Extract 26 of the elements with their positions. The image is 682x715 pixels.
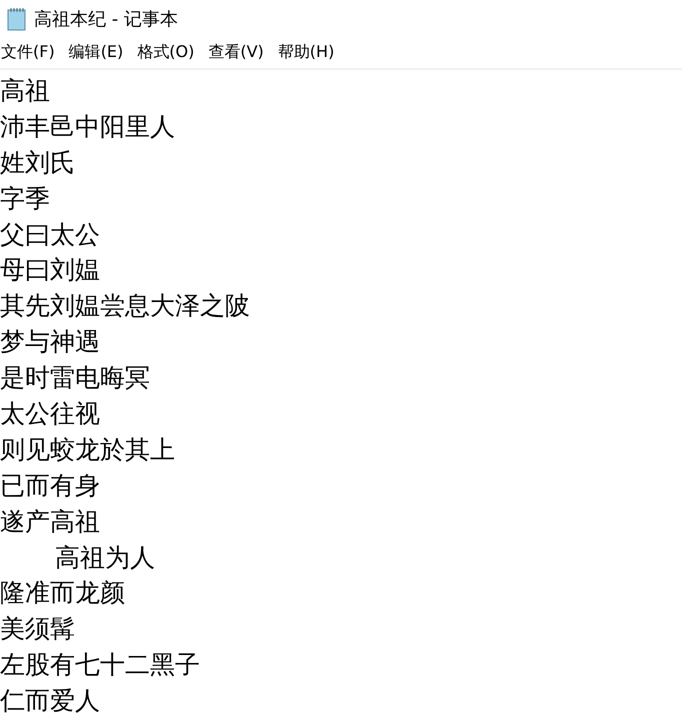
text-line: 高祖为人 — [54, 542, 155, 572]
text-line: 高祖 — [0, 76, 50, 105]
text-line: 沛丰邑中阳里人 — [0, 112, 175, 141]
text-line: 美须髯 — [0, 614, 75, 644]
text-line: 左股有七十二黑子 — [0, 650, 200, 680]
menu-item[interactable]: 格式(O) — [137, 42, 194, 63]
text-editor[interactable]: 高祖 沛丰邑中阳里人 姓刘氏 字季 父曰太公 母曰刘媪 其先刘媪尝息大泽之陂 梦与神遇 是时雷电晦冥 太公往视 则见蛟龙於其上 已而有身 遂产高祖 高祖为人 隆准而龙颜 美须髯 左股有七十二黑子 仁而爱人 — [0, 70, 682, 715]
notepad-icon — [6, 6, 28, 30]
text-line: 母曰刘媪 — [0, 255, 100, 284]
menu-item[interactable]: 帮助(H) — [278, 42, 334, 63]
text-line: 姓刘氏 — [0, 148, 75, 177]
text-line: 其先刘媪尝息大泽之陂 — [0, 291, 250, 320]
text-line: 遂产高祖 — [0, 506, 100, 536]
text-line: 太公往视 — [0, 399, 100, 428]
text-line: 则见蛟龙於其上 — [0, 434, 175, 464]
menu-item[interactable]: 文件(F) — [1, 42, 55, 63]
text-line: 隆准而龙颜 — [0, 578, 125, 608]
menu-item[interactable]: 编辑(E) — [68, 42, 124, 63]
text-line: 仁而爱人 — [0, 686, 100, 715]
text-line: 父曰太公 — [0, 220, 100, 249]
window-title: 高祖本纪 - 记事本 — [34, 8, 178, 30]
text-line: 字季 — [0, 184, 50, 213]
text-line: 已而有身 — [0, 470, 100, 500]
text-line: 梦与神遇 — [0, 327, 100, 356]
text-line: 是时雷电晦冥 — [0, 363, 150, 392]
menu-item[interactable]: 查看(V) — [208, 42, 264, 63]
